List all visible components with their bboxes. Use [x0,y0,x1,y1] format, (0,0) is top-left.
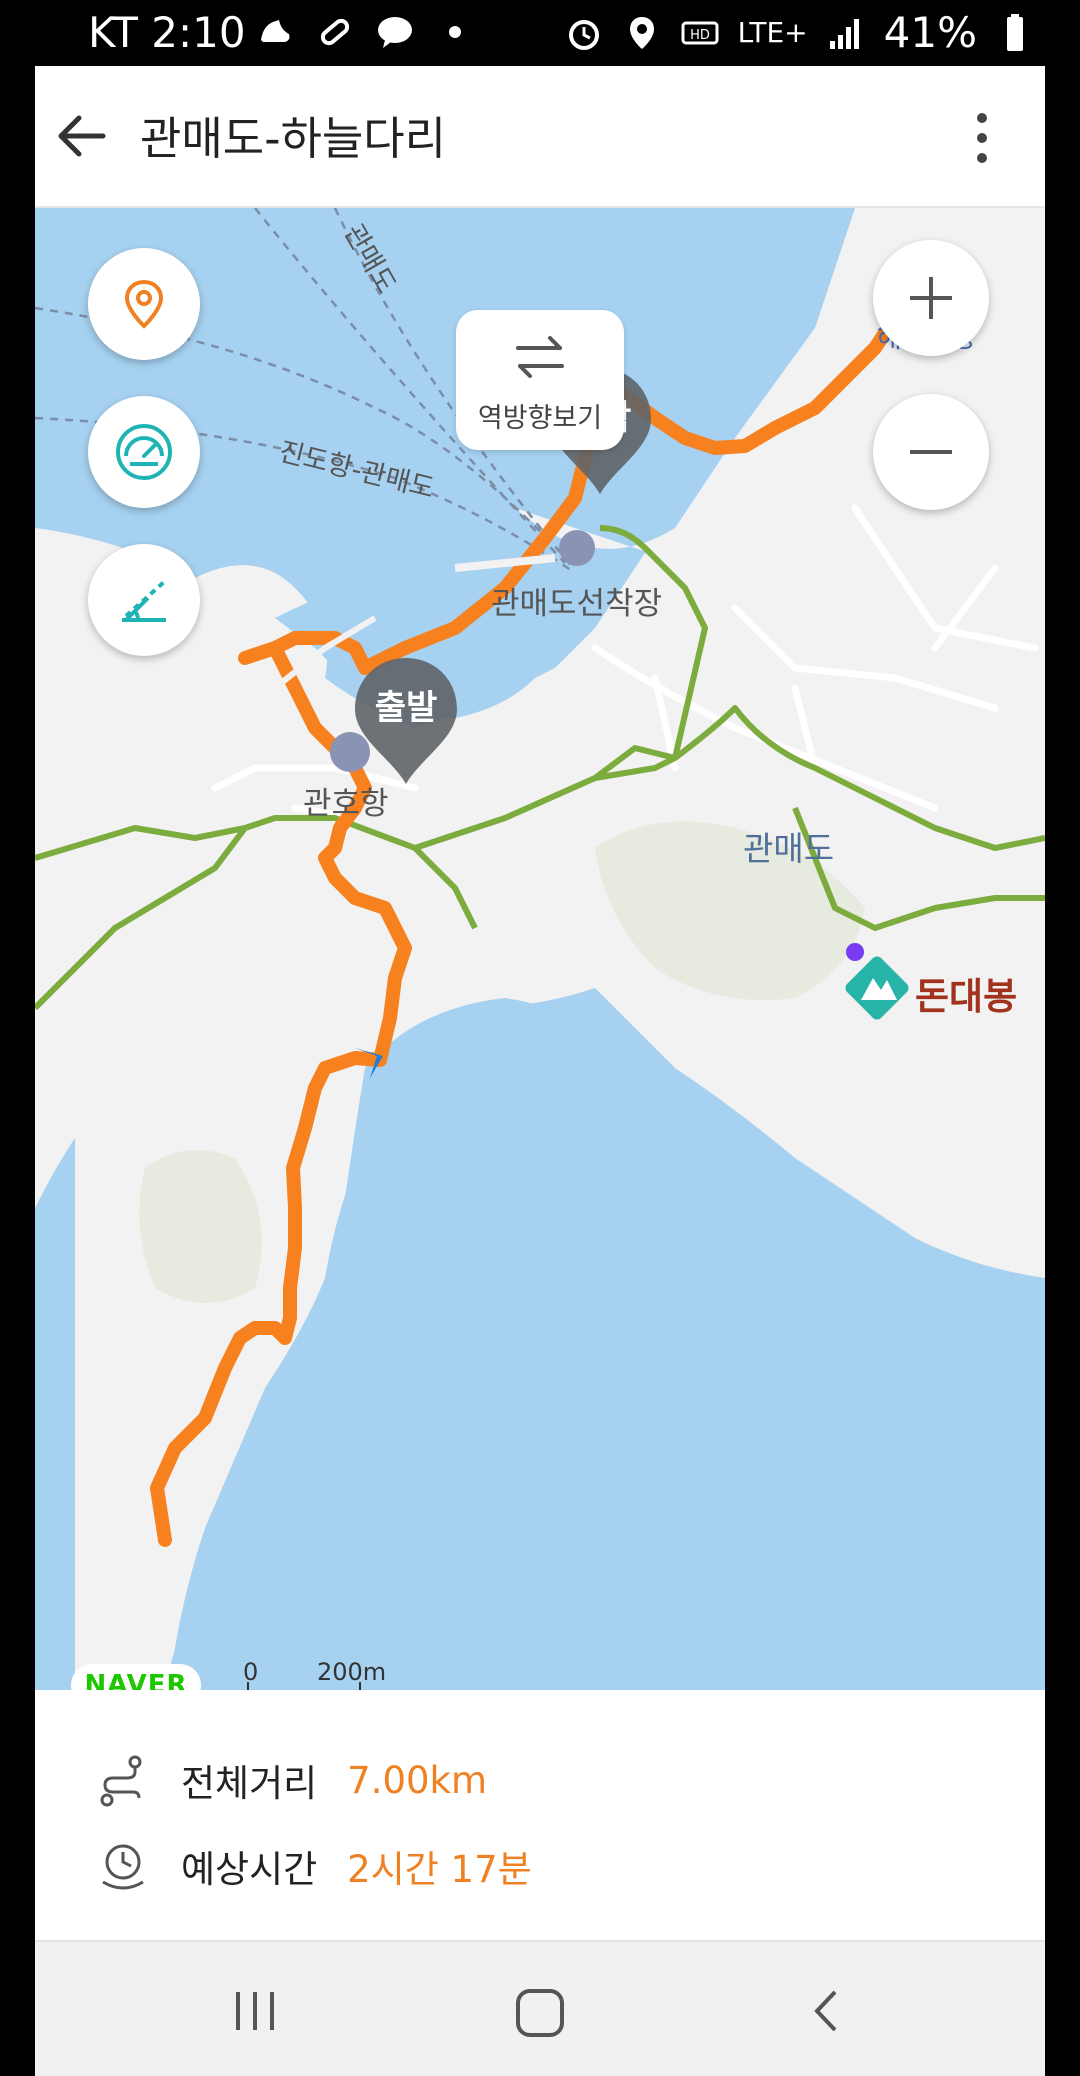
signal-icon [829,18,859,49]
slope-icon [122,580,166,622]
alarm-icon [568,19,599,50]
zoom-out-button[interactable] [873,394,989,510]
speed-button[interactable] [88,396,200,508]
minus-icon [910,450,952,454]
network-type: LTE+ [737,16,808,49]
scale-line [247,1682,361,1690]
distance-value: 7.00km [347,1758,488,1802]
zoom-in-button[interactable] [873,240,989,356]
naver-logo: NAVER [71,1664,201,1690]
route-summary: 전체거리 7.00km 예상시간 2시간 17분 [35,1690,1045,1940]
reverse-direction-button[interactable]: 역방향보기 [456,310,624,450]
plus-icon [910,277,952,319]
scale-bar: 0 200m [243,1658,386,1690]
pier-label: 관매도선착장 [491,586,663,622]
clock-icon [102,1844,144,1890]
map-view[interactable]: 관매도 진도항-관매도 관매도선착장 관호항 관매도 돈대봉 해수욕장 도착 출… [35,208,1045,1690]
pill-icon [320,18,350,46]
time-label: 예상시간 [181,1848,318,1891]
svg-text:HD: HD [690,28,710,43]
swap-arrows-icon [516,336,564,378]
back-arrow-icon[interactable] [53,106,113,166]
carrier-time: KT 2:10 [88,8,246,57]
dot-icon [449,26,461,38]
distance-label: 전체거리 [181,1762,318,1805]
location-pin-button[interactable] [88,248,200,360]
more-options-icon[interactable] [967,108,997,168]
page-title: 관매도-하늘다리 [140,112,447,165]
recent-apps-icon[interactable] [230,1986,280,2036]
breakwater [454,554,556,572]
time-row: 예상시간 2시간 17분 [95,1838,532,1894]
time-value: 2시간 17분 [347,1848,532,1891]
distance-row: 전체거리 7.00km [95,1752,487,1808]
reverse-direction-label: 역방향보기 [477,403,603,434]
start-pin[interactable]: 출발 [351,654,461,794]
back-icon[interactable] [803,1986,853,2036]
home-icon[interactable] [513,1986,567,2040]
island-label: 관매도 [743,829,835,868]
peak-label: 돈대봉 [915,975,1018,1018]
notification-icons [255,12,475,52]
system-status: HD LTE+ 41% [564,8,1035,57]
battery-percent: 41% [883,8,977,57]
battery-icon [1007,13,1023,51]
location-pin-icon [124,279,164,329]
start-label: 출발 [374,688,438,728]
pier-ferry-icon [559,530,595,566]
hills-2 [139,1150,262,1303]
hd-icon: HD [681,21,719,44]
route-distance-icon [100,1755,142,1807]
speedometer-icon [116,424,172,480]
status-bar: KT 2:10 HD LTE+ 41% [0,0,1080,66]
app-screen: 관매도-하늘다리 관매도 진도항-관매도 관매도선착장 관호항 관매도 돈대봉 … [35,66,1045,2076]
west-water [35,1138,75,1690]
app-bar: 관매도-하늘다리 [35,66,1045,208]
elevation-button[interactable] [88,544,200,656]
location-icon [629,16,654,49]
shoe-icon [261,20,290,42]
system-navigation-bar [35,1940,1045,2076]
talk-icon [378,17,412,48]
